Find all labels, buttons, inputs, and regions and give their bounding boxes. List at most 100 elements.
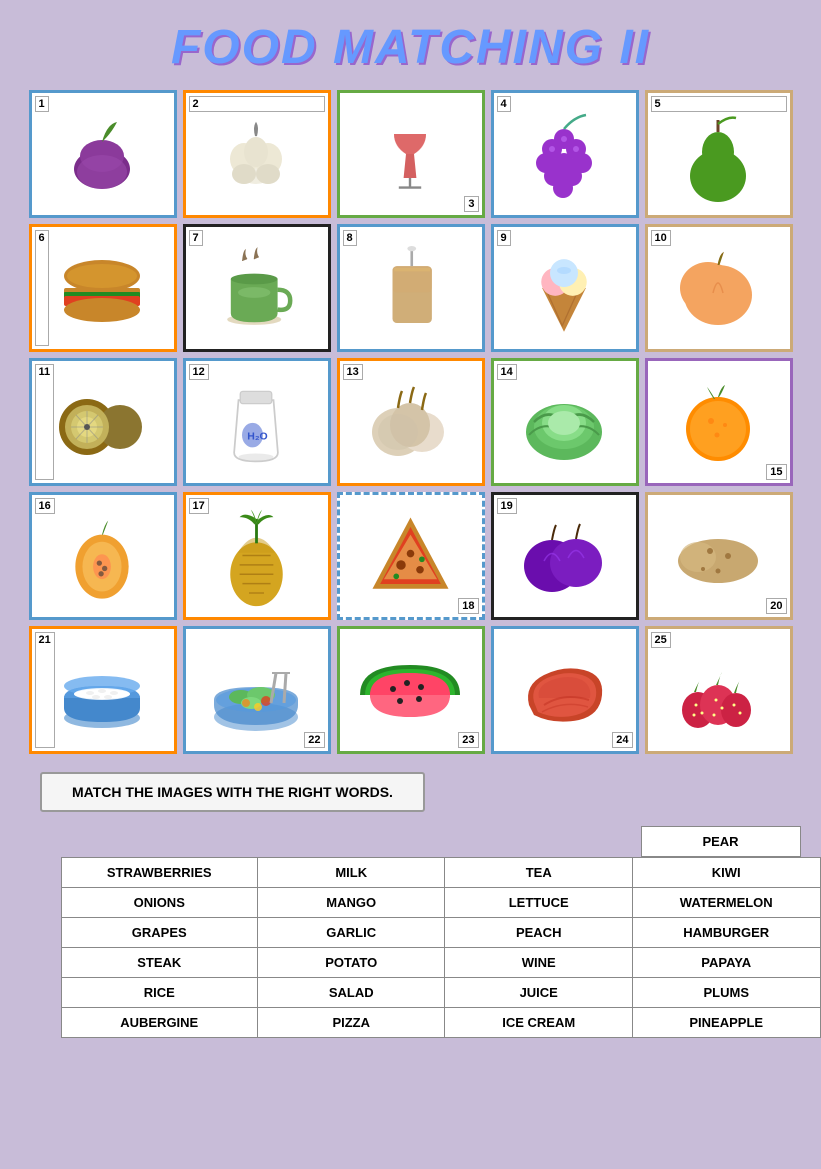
- cell-number: 20: [766, 598, 786, 614]
- plums-image: [501, 501, 629, 611]
- rice-image: [39, 635, 167, 745]
- food-cell-grapes: 4: [491, 90, 639, 218]
- word-table: STRAWBERRIESMILKTEAKIWI ONIONSMANGOLETTUC…: [61, 857, 821, 1038]
- word-cell: PIZZA: [257, 1008, 445, 1038]
- cell-number: 19: [497, 498, 517, 514]
- juice-image: [347, 233, 475, 343]
- pear-cell: PEAR: [641, 826, 801, 857]
- word-table-wrapper: PEAR STRAWBERRIESMILKTEAKIWIONIONSMANGOL…: [41, 826, 801, 1038]
- food-cell-kiwi: 11: [29, 358, 177, 486]
- papaya-image: [39, 501, 167, 611]
- word-cell: PEACH: [445, 918, 633, 948]
- cell-number: 25: [651, 632, 671, 648]
- aubergine-image: [39, 99, 167, 209]
- lettuce-image: [501, 367, 629, 477]
- word-cell: POTATO: [257, 948, 445, 978]
- word-cell: JUICE: [445, 978, 633, 1008]
- cell-number: 5: [651, 96, 787, 112]
- cell-number: 3: [464, 196, 478, 212]
- word-cell: HAMBURGER: [632, 918, 820, 948]
- food-cell-rice: 21: [29, 626, 177, 754]
- cell-number: 6: [35, 230, 49, 346]
- grapes-image: [501, 99, 629, 209]
- instruction-box: MATCH THE IMAGES WITH THE RIGHT WORDS.: [40, 772, 425, 812]
- food-cell-milk: 12 H₂O: [183, 358, 331, 486]
- food-cell-potato: 20: [645, 492, 793, 620]
- food-cell-papaya: 16: [29, 492, 177, 620]
- food-cell-icecream: 9: [491, 224, 639, 352]
- garlic-image: [193, 99, 321, 209]
- svg-text:H₂O: H₂O: [248, 430, 268, 442]
- pear-image: [655, 99, 783, 209]
- cell-number: 13: [343, 364, 363, 380]
- food-cell-peach: 10: [645, 224, 793, 352]
- cell-number: 23: [458, 732, 478, 748]
- food-cell-salad: 22: [183, 626, 331, 754]
- cell-number: 21: [35, 632, 55, 748]
- cell-number: 10: [651, 230, 671, 246]
- steak-image: [501, 635, 629, 745]
- potato-image: [655, 501, 783, 611]
- tea-image: [193, 233, 321, 343]
- kiwi-image: [39, 367, 167, 477]
- word-cell: KIWI: [632, 858, 820, 888]
- wine-image: [347, 99, 475, 209]
- salad-image: [193, 635, 321, 745]
- food-cell-lettuce: 14: [491, 358, 639, 486]
- cell-number: 17: [189, 498, 209, 514]
- page-title: FOOD MATCHING II: [171, 20, 650, 75]
- onions-image: [347, 367, 475, 477]
- food-cell-tea: 7: [183, 224, 331, 352]
- cell-number: 15: [766, 464, 786, 480]
- word-cell: WATERMELON: [632, 888, 820, 918]
- cell-number: 8: [343, 230, 357, 246]
- peach-image: [655, 233, 783, 343]
- food-cell-watermelon: 23: [337, 626, 485, 754]
- food-cell-orange: 15: [645, 358, 793, 486]
- cell-number: 18: [458, 598, 478, 614]
- word-cell: ICE CREAM: [445, 1008, 633, 1038]
- word-cell: MANGO: [257, 888, 445, 918]
- word-cell: TEA: [445, 858, 633, 888]
- food-cell-aubergine: 1: [29, 90, 177, 218]
- word-cell: RICE: [61, 978, 257, 1008]
- icecream-image: [501, 233, 629, 343]
- word-cell: GRAPES: [61, 918, 257, 948]
- food-cell-hamburger: 6: [29, 224, 177, 352]
- cell-number: 22: [304, 732, 324, 748]
- hamburger-image: [39, 233, 167, 343]
- word-cell: STEAK: [61, 948, 257, 978]
- food-cell-wine: 3: [337, 90, 485, 218]
- food-cell-steak: 24: [491, 626, 639, 754]
- word-cell: MILK: [257, 858, 445, 888]
- word-cell: ONIONS: [61, 888, 257, 918]
- word-cell: WINE: [445, 948, 633, 978]
- food-cell-strawberries: 25: [645, 626, 793, 754]
- strawberries-image: [655, 635, 783, 745]
- word-cell: SALAD: [257, 978, 445, 1008]
- food-cell-pear: 5: [645, 90, 793, 218]
- cell-number: 16: [35, 498, 55, 514]
- pineapple-image: [193, 501, 321, 611]
- food-cell-onions: 13: [337, 358, 485, 486]
- cell-number: 1: [35, 96, 49, 112]
- word-cell: LETTUCE: [445, 888, 633, 918]
- food-cell-juice: 8: [337, 224, 485, 352]
- word-cell: STRAWBERRIES: [61, 858, 257, 888]
- cell-number: 11: [35, 364, 55, 480]
- word-cell: GARLIC: [257, 918, 445, 948]
- food-cell-pineapple: 17: [183, 492, 331, 620]
- milk-image: H₂O: [193, 367, 321, 477]
- cell-number: 7: [189, 230, 203, 246]
- food-grid: 1 2 3 4 5 6: [29, 90, 793, 754]
- food-cell-plums: 19: [491, 492, 639, 620]
- word-cell: PLUMS: [632, 978, 820, 1008]
- cell-number: 9: [497, 230, 511, 246]
- word-cell: PAPAYA: [632, 948, 820, 978]
- cell-number: 24: [612, 732, 632, 748]
- food-cell-pizza: 18: [337, 492, 485, 620]
- orange-image: [655, 367, 783, 477]
- cell-number: 4: [497, 96, 511, 112]
- watermelon-image: [347, 635, 475, 745]
- cell-number: 2: [189, 96, 325, 112]
